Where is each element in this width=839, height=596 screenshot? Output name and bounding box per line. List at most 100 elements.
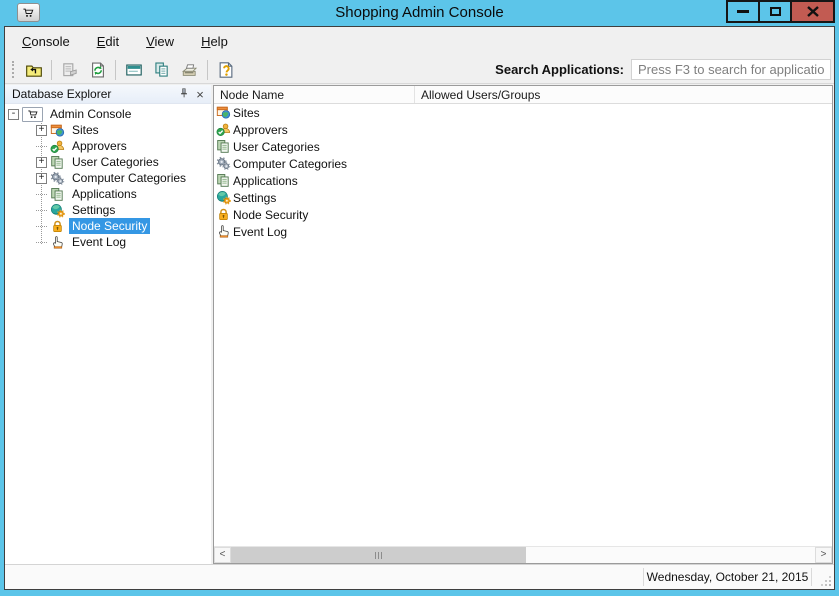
tree-connector <box>36 226 47 227</box>
menu-edit[interactable]: Edit <box>94 32 122 51</box>
list-column-headers: Node Name Allowed Users/Groups <box>214 86 832 104</box>
print-button[interactable] <box>177 58 202 81</box>
settings-icon <box>216 190 231 205</box>
list-row-computer-categories[interactable]: Computer Categories <box>214 155 832 172</box>
close-button[interactable] <box>790 0 835 23</box>
panel-header: Database Explorer × <box>5 85 211 104</box>
sites-icon <box>216 105 231 120</box>
tree-label-selected[interactable]: Node Security <box>69 218 150 234</box>
refresh-button[interactable] <box>85 58 110 81</box>
event-log-hand-icon <box>216 224 231 239</box>
node-name: Computer Categories <box>233 157 347 171</box>
status-bar: Wednesday, October 21, 2015 <box>5 564 834 589</box>
expand-icon[interactable]: + <box>36 125 47 136</box>
computer-categories-icon <box>216 156 231 171</box>
tree-connector <box>36 194 47 195</box>
menu-view[interactable]: View <box>143 32 177 51</box>
applications-icon <box>216 173 231 188</box>
tree-label[interactable]: Applications <box>69 186 140 202</box>
folder-up-icon <box>25 61 43 79</box>
shopping-cart-icon <box>21 6 36 20</box>
tree-item-admin-console[interactable]: - Admin Console <box>5 106 211 122</box>
refresh-icon <box>89 61 107 79</box>
list-rows: Sites Approvers User Categories Computer… <box>214 104 832 546</box>
tree-item-applications[interactable]: Applications <box>5 186 211 202</box>
tree-item-settings[interactable]: Settings <box>5 202 211 218</box>
user-categories-icon <box>216 139 231 154</box>
node-name: Sites <box>233 106 260 120</box>
collapse-icon[interactable]: - <box>8 109 19 120</box>
horizontal-scrollbar[interactable]: < > <box>214 546 832 563</box>
tree-label[interactable]: Sites <box>69 122 102 138</box>
maximize-icon <box>770 7 781 16</box>
toolbar-separator <box>115 60 116 80</box>
resize-grip[interactable] <box>821 576 831 586</box>
tree-item-computer-categories[interactable]: + Computer Categories <box>5 170 211 186</box>
expand-icon[interactable]: + <box>36 157 47 168</box>
toolbar-separator <box>51 60 52 80</box>
lock-icon <box>216 207 231 222</box>
search-label: Search Applications: <box>495 62 624 77</box>
minimize-button[interactable] <box>726 0 760 23</box>
help-button[interactable] <box>213 58 238 81</box>
tree-label[interactable]: Event Log <box>69 234 129 250</box>
pin-icon[interactable] <box>176 86 192 102</box>
tree-item-event-log[interactable]: Event Log <box>5 234 211 250</box>
up-one-level-button[interactable] <box>21 58 46 81</box>
node-name: Event Log <box>233 225 287 239</box>
chevron-left-icon: < <box>219 550 225 561</box>
maximize-button[interactable] <box>758 0 792 23</box>
tree-connector <box>36 242 47 243</box>
tree-connector <box>36 146 47 147</box>
list-row-settings[interactable]: Settings <box>214 189 832 206</box>
list-row-node-security[interactable]: Node Security <box>214 206 832 223</box>
list-row-applications[interactable]: Applications <box>214 172 832 189</box>
scroll-right-button[interactable]: > <box>815 547 832 563</box>
tree-item-approvers[interactable]: Approvers <box>5 138 211 154</box>
window-app-icon[interactable] <box>17 3 40 22</box>
toolbar-grip[interactable] <box>12 61 14 78</box>
copy-button[interactable] <box>149 58 174 81</box>
properties-button[interactable] <box>57 58 82 81</box>
chevron-right-icon: > <box>820 550 826 561</box>
console-window-button[interactable] <box>121 58 146 81</box>
list-row-user-categories[interactable]: User Categories <box>214 138 832 155</box>
tree-label[interactable]: Settings <box>69 202 118 218</box>
search-area: Search Applications: <box>495 59 831 80</box>
printer-icon <box>181 61 199 79</box>
menu-help[interactable]: Help <box>198 32 231 51</box>
node-name: Approvers <box>233 123 288 137</box>
tree-label[interactable]: Approvers <box>69 138 130 154</box>
toolbar-separator <box>207 60 208 80</box>
scrollbar-thumb[interactable] <box>231 547 526 563</box>
list-row-approvers[interactable]: Approvers <box>214 121 832 138</box>
list-row-event-log[interactable]: Event Log <box>214 223 832 240</box>
column-allowed-users[interactable]: Allowed Users/Groups <box>415 86 832 103</box>
properties-icon <box>61 61 79 79</box>
toolbar: Search Applications: <box>5 56 834 84</box>
status-separator <box>811 568 812 586</box>
admin-console-icon <box>22 107 43 122</box>
window-controls <box>728 0 835 23</box>
search-input[interactable] <box>631 59 831 80</box>
tree-item-user-categories[interactable]: + User Categories <box>5 154 211 170</box>
node-list-panel: Node Name Allowed Users/Groups Sites App… <box>213 85 833 564</box>
expand-icon[interactable]: + <box>36 173 47 184</box>
close-icon <box>807 6 819 17</box>
computer-categories-icon <box>50 171 65 186</box>
minimize-icon <box>737 10 749 13</box>
window-title: Shopping Admin Console <box>120 4 719 21</box>
tree-item-sites[interactable]: + Sites <box>5 122 211 138</box>
panel-header-tools: × <box>176 86 208 102</box>
node-name: User Categories <box>233 140 320 154</box>
tree-label[interactable]: User Categories <box>69 154 162 170</box>
tree-label[interactable]: Computer Categories <box>69 170 189 186</box>
tree-label[interactable]: Admin Console <box>47 106 134 122</box>
tree-item-node-security[interactable]: Node Security <box>5 218 211 234</box>
panel-close-icon[interactable]: × <box>192 86 208 102</box>
column-node-name[interactable]: Node Name <box>214 86 415 103</box>
list-row-sites[interactable]: Sites <box>214 104 832 121</box>
client-area: Console Edit View Help Sear <box>4 26 835 590</box>
menu-console[interactable]: Console <box>19 32 73 51</box>
scroll-left-button[interactable]: < <box>214 547 231 563</box>
